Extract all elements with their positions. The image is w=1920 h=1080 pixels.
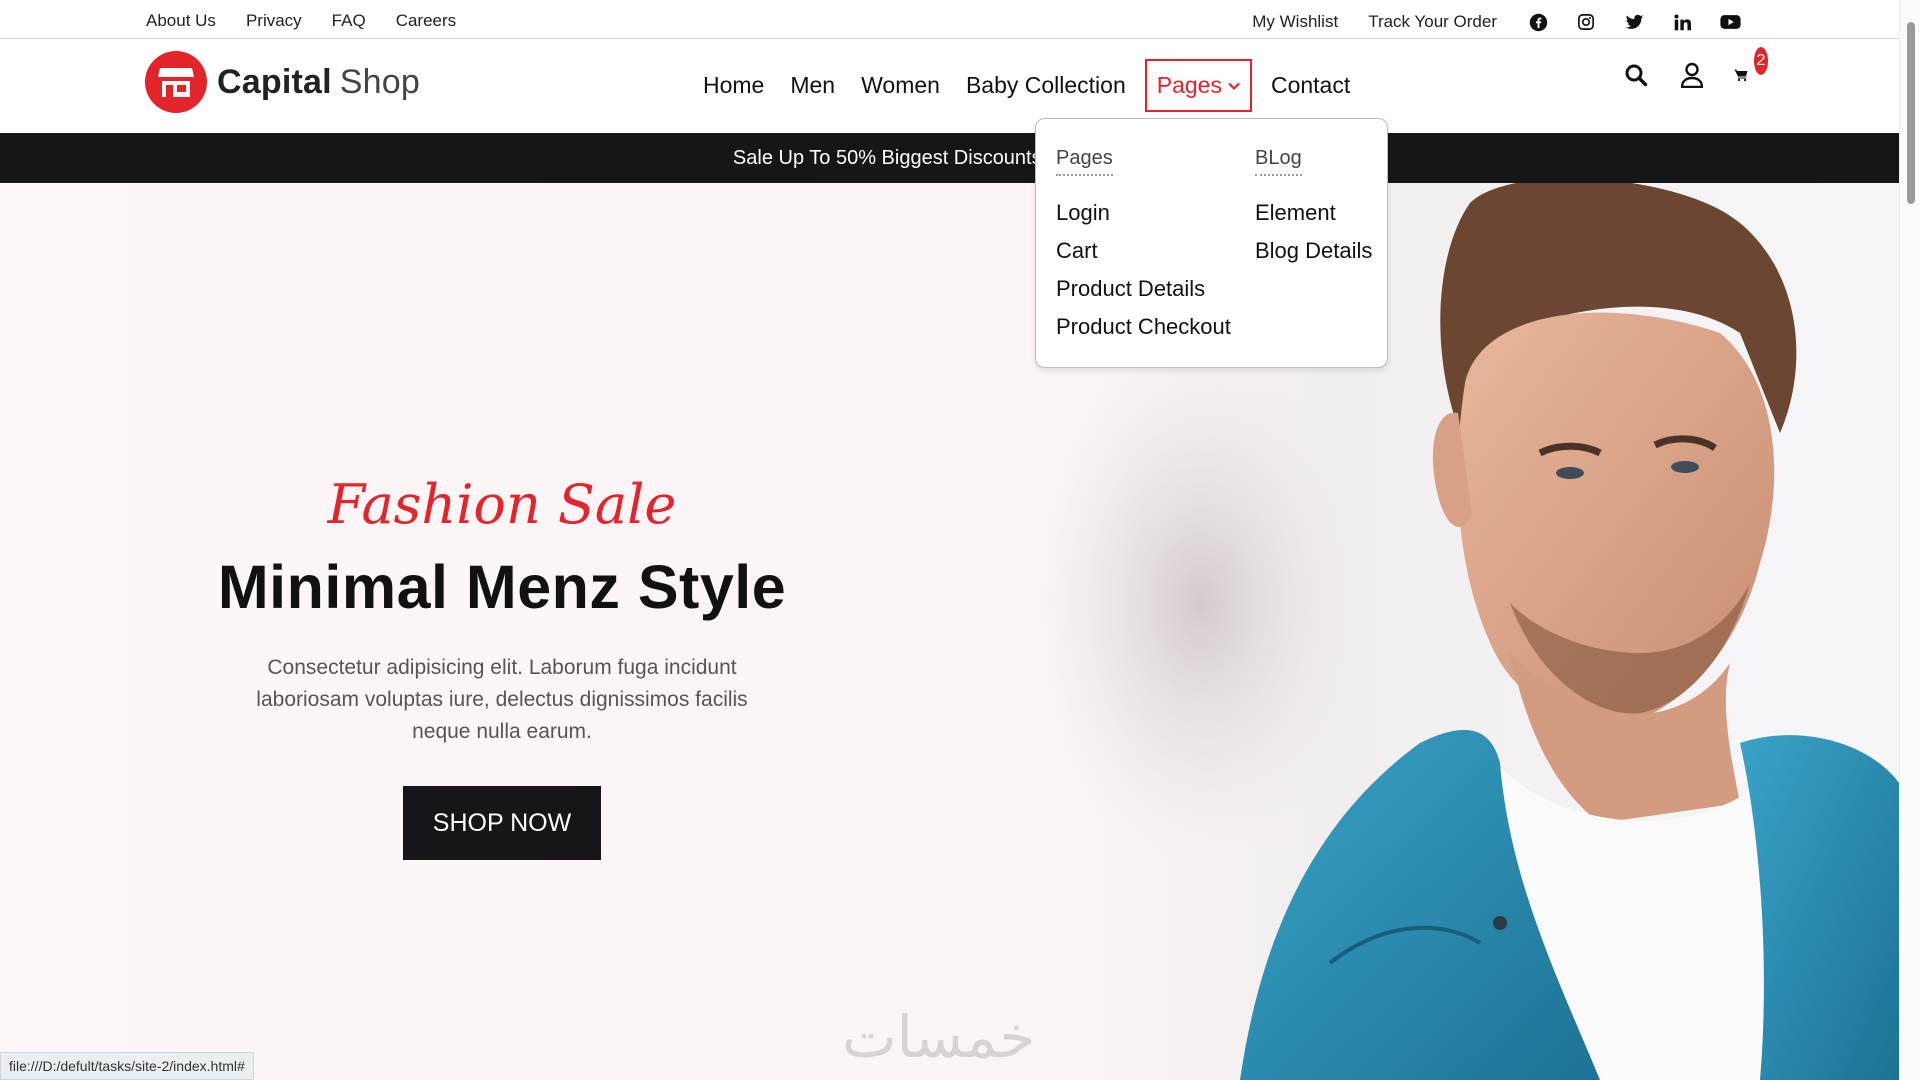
brand-name: Capital Shop (217, 63, 420, 102)
dropdown-column-pages: Pages Login Cart Product Details Product… (1056, 147, 1231, 346)
site-logo[interactable]: Capital Shop (145, 51, 420, 113)
hero-headline: Minimal Menz Style (217, 553, 787, 621)
search-icon[interactable] (1622, 61, 1650, 89)
faq-link[interactable]: FAQ (332, 11, 366, 31)
dropdown-heading-pages: Pages (1056, 147, 1113, 176)
wishlist-link[interactable]: My Wishlist (1252, 12, 1338, 32)
store-icon (145, 51, 207, 113)
dropdown-login-link[interactable]: Login (1056, 194, 1231, 232)
top-left-links: About Us Privacy FAQ Careers (146, 11, 456, 31)
page-scrollbar[interactable] (1899, 0, 1920, 1080)
scrollbar-thumb[interactable] (1907, 22, 1915, 204)
header-icons: 2 (1622, 47, 1768, 89)
instagram-icon[interactable] (1575, 11, 1597, 33)
nav-contact[interactable]: Contact (1258, 60, 1363, 111)
twitter-icon[interactable] (1623, 11, 1645, 33)
brand-light: Shop (339, 62, 420, 101)
brand-bold: Capital (217, 62, 332, 101)
dropdown-heading-blog: BLog (1255, 147, 1302, 176)
main-nav: Home Men Women Baby Collection Pages Con… (690, 59, 1363, 112)
cart-icon[interactable]: 2 (1734, 47, 1768, 89)
hero-section: Fashion Sale Minimal Menz Style Consecte… (0, 183, 1899, 1080)
nav-women[interactable]: Women (848, 60, 953, 111)
user-icon[interactable] (1678, 61, 1706, 89)
browser-status-bar: file:///D:/defult/tasks/site-2/index.htm… (0, 1052, 254, 1080)
top-bar: About Us Privacy FAQ Careers My Wishlist… (0, 0, 1899, 39)
track-order-link[interactable]: Track Your Order (1368, 12, 1497, 32)
hero-copy: Fashion Sale Minimal Menz Style Consecte… (150, 473, 854, 860)
privacy-link[interactable]: Privacy (246, 11, 302, 31)
top-right-links: My Wishlist Track Your Order (1252, 11, 1741, 33)
social-icons (1527, 11, 1741, 33)
hero-description: Consectetur adipisicing elit. Laborum fu… (256, 656, 748, 743)
dropdown-element-link[interactable]: Element (1255, 194, 1372, 232)
about-us-link[interactable]: About Us (146, 11, 216, 31)
nav-pages-label: Pages (1156, 72, 1222, 98)
nav-pages[interactable]: Pages (1144, 59, 1252, 112)
promo-banner: Sale Up To 50% Biggest Discounts. Hurry!… (0, 133, 1899, 183)
cart-count-badge: 2 (1754, 47, 1768, 75)
facebook-icon[interactable] (1527, 11, 1549, 33)
dropdown-cart-link[interactable]: Cart (1056, 232, 1231, 270)
pages-dropdown-menu: Pages Login Cart Product Details Product… (1035, 118, 1388, 368)
dropdown-blog-details-link[interactable]: Blog Details (1255, 232, 1372, 270)
careers-link[interactable]: Careers (396, 11, 456, 31)
main-header: Capital Shop Home Men Women Baby Collecti… (0, 39, 1899, 133)
dropdown-product-details-link[interactable]: Product Details (1056, 270, 1231, 308)
chevron-down-icon (1228, 82, 1240, 90)
dropdown-column-blog: BLog Element Blog Details (1255, 147, 1372, 270)
nav-home[interactable]: Home (690, 60, 777, 111)
linkedin-icon[interactable] (1671, 11, 1693, 33)
youtube-icon[interactable] (1719, 11, 1741, 33)
dropdown-product-checkout-link[interactable]: Product Checkout (1056, 308, 1231, 346)
hero-script-title: Fashion Sale (327, 473, 677, 536)
nav-baby-collection[interactable]: Baby Collection (953, 60, 1139, 111)
nav-men[interactable]: Men (777, 60, 848, 111)
watermark-logo: خمسات (842, 1003, 1036, 1071)
shop-now-button[interactable]: SHOP NOW (403, 786, 601, 860)
